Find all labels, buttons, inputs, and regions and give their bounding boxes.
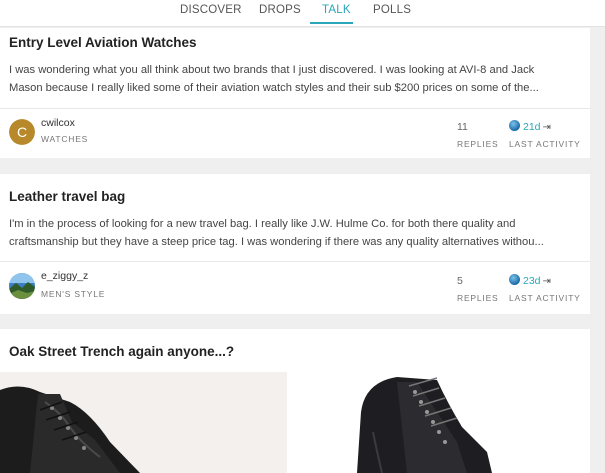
replies-count: 11 bbox=[457, 121, 468, 133]
avatar[interactable]: C bbox=[9, 119, 35, 145]
divider bbox=[0, 108, 590, 109]
jump-to-end-icon: ⇥ bbox=[542, 122, 551, 133]
category-label[interactable]: MEN'S STYLE bbox=[41, 289, 105, 299]
last-activity-label: LAST ACTIVITY bbox=[509, 139, 581, 149]
last-activity-link[interactable]: 21d ⇥ bbox=[509, 120, 551, 133]
post-image[interactable] bbox=[287, 372, 590, 473]
replies-count: 5 bbox=[457, 275, 463, 287]
last-activity-value: 23d bbox=[523, 275, 541, 287]
last-activity-value: 21d bbox=[523, 121, 541, 133]
jump-to-end-icon: ⇥ bbox=[542, 276, 551, 287]
active-tab-indicator bbox=[310, 22, 353, 24]
excerpt-line: Mason because I really liked some of the… bbox=[9, 82, 539, 94]
replies-label: REPLIES bbox=[457, 293, 499, 303]
tab-polls[interactable]: POLLS bbox=[373, 4, 411, 16]
post-excerpt: I was wondering what you all think about… bbox=[9, 61, 581, 97]
top-nav: DISCOVER DROPS TALK POLLS bbox=[0, 0, 605, 27]
tab-talk[interactable]: TALK bbox=[322, 4, 351, 16]
last-activity-link[interactable]: 23d ⇥ bbox=[509, 274, 551, 287]
post-card[interactable]: Entry Level Aviation Watches I was wonde… bbox=[0, 28, 590, 158]
globe-icon bbox=[509, 120, 520, 131]
boot-image bbox=[0, 386, 140, 473]
post-title[interactable]: Oak Street Trench again anyone...? bbox=[9, 344, 234, 359]
globe-icon bbox=[509, 274, 520, 285]
excerpt-line: I'm in the process of looking for a new … bbox=[9, 218, 516, 230]
username[interactable]: e_ziggy_z bbox=[41, 270, 88, 282]
category-label[interactable]: WATCHES bbox=[41, 134, 88, 144]
avatar-letter: C bbox=[9, 119, 35, 145]
post-excerpt: I'm in the process of looking for a new … bbox=[9, 215, 581, 251]
post-title[interactable]: Leather travel bag bbox=[9, 189, 125, 204]
excerpt-line: I was wondering what you all think about… bbox=[9, 64, 535, 76]
username[interactable]: cwilcox bbox=[41, 117, 75, 129]
last-activity-label: LAST ACTIVITY bbox=[509, 293, 581, 303]
replies-label: REPLIES bbox=[457, 139, 499, 149]
post-image[interactable] bbox=[0, 372, 287, 473]
tab-drops[interactable]: DROPS bbox=[259, 4, 301, 16]
avatar[interactable] bbox=[9, 273, 35, 299]
post-title[interactable]: Entry Level Aviation Watches bbox=[9, 35, 197, 50]
boot-image bbox=[357, 377, 492, 473]
divider bbox=[0, 261, 590, 262]
excerpt-line: craftsmanship but they have a steep pric… bbox=[9, 236, 544, 248]
tab-discover[interactable]: DISCOVER bbox=[180, 4, 242, 16]
post-card[interactable]: Leather travel bag I'm in the process of… bbox=[0, 174, 590, 314]
landscape-avatar-image bbox=[9, 273, 35, 299]
